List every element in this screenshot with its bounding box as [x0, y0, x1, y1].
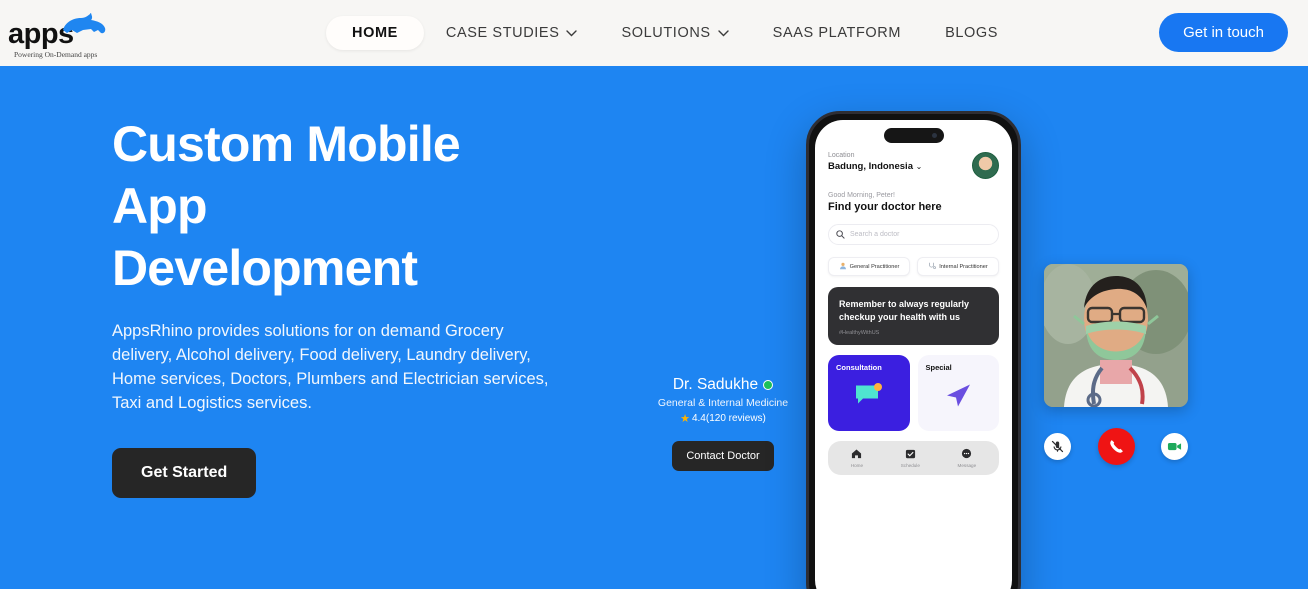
nav-item-label: CASE STUDIES	[445, 25, 560, 41]
doctor-icon	[839, 262, 847, 272]
hero-section: Custom Mobile App Development AppsRhino …	[0, 66, 1308, 589]
bottom-nav-home[interactable]: Home	[851, 448, 863, 468]
doctor-specialty: General & Internal Medicine	[657, 397, 789, 409]
app-bottom-nav: Home Schedule Message	[828, 441, 999, 475]
card-special[interactable]: Special	[917, 355, 999, 431]
nav-item-blogs[interactable]: BLOGS	[923, 16, 1020, 50]
app-content: Location Badung, Indonesia ⌄ Good Mornin…	[815, 120, 1012, 475]
nav-item-home[interactable]: HOME	[326, 16, 424, 50]
nav-item-solutions[interactable]: SOLUTIONS	[599, 16, 750, 50]
mic-muted-button[interactable]	[1044, 433, 1071, 460]
phone-icon	[1109, 440, 1123, 453]
site-logo[interactable]: apps Powering On-Demand apps	[6, 6, 126, 59]
app-location-row: Location Badung, Indonesia ⌄	[828, 152, 999, 179]
nav-item-case-studies[interactable]: CASE STUDIES	[424, 16, 600, 50]
logo-tagline: Powering On-Demand apps	[14, 50, 98, 59]
specialty-chips: General Practitioner Internal Practition…	[828, 257, 999, 276]
chip-internal-practitioner[interactable]: Internal Practitioner	[917, 257, 999, 276]
rhino-icon	[61, 11, 107, 42]
greeting-text: Good Morning, Peter!	[828, 192, 895, 199]
stethoscope-icon	[928, 262, 937, 272]
search-input[interactable]: Search a doctor	[828, 224, 999, 245]
card-consultation[interactable]: Consultation	[828, 355, 910, 431]
phone-screen: Location Badung, Indonesia ⌄ Good Mornin…	[815, 120, 1012, 589]
promo-text: Remember to always regularly checkup you…	[839, 299, 970, 322]
nav-item-label: SAAS PLATFORM	[772, 25, 902, 41]
message-dots-icon	[958, 448, 977, 462]
hero-title-line-3: Development	[112, 240, 418, 296]
find-doctor-title: Find your doctor here	[828, 201, 942, 213]
video-camera-icon	[1167, 442, 1182, 451]
nav-item-saas-platform[interactable]: SAAS PLATFORM	[751, 16, 923, 50]
bottom-nav-message[interactable]: Message	[957, 448, 977, 468]
phone-mockup: Location Badung, Indonesia ⌄ Good Mornin…	[806, 111, 1021, 589]
card-title: Special	[925, 363, 952, 372]
get-started-button[interactable]: Get Started	[112, 448, 257, 498]
calendar-check-icon	[901, 448, 920, 462]
search-icon	[836, 226, 845, 244]
bottom-nav-schedule[interactable]: Schedule	[901, 448, 920, 468]
app-location[interactable]: Location Badung, Indonesia ⌄	[828, 152, 922, 172]
doctor-video-photo	[1044, 264, 1188, 407]
doctor-name-row: Dr. Sadukhe	[655, 376, 791, 394]
doctor-name: Dr. Sadukhe	[672, 376, 759, 393]
search-placeholder: Search a doctor	[850, 231, 900, 238]
page-title: Custom Mobile App Development	[112, 113, 582, 299]
hero-copy: Custom Mobile App Development AppsRhino …	[112, 113, 582, 498]
location-label: Location	[828, 152, 855, 159]
end-call-button[interactable]	[1097, 428, 1135, 465]
chat-bubble-icon	[854, 382, 884, 413]
hero-subtitle: AppsRhino provides solutions for on dema…	[112, 322, 549, 412]
paper-plane-icon	[944, 382, 972, 413]
online-status-icon	[763, 380, 774, 390]
health-promo-banner: Remember to always regularly checkup you…	[828, 287, 999, 345]
avatar[interactable]	[972, 152, 999, 179]
page-root: apps Powering On-Demand apps HOME CASE S…	[0, 0, 1308, 589]
chip-label: General Practitioner	[849, 263, 900, 270]
doctor-info-card: Dr. Sadukhe General & Internal Medicine …	[655, 376, 791, 471]
nav-item-label: BLOGS	[945, 25, 999, 41]
microphone-muted-icon	[1051, 440, 1064, 453]
bottom-nav-label: Schedule	[900, 463, 920, 468]
card-title: Consultation	[836, 363, 882, 372]
nav-item-label: SOLUTIONS	[621, 25, 711, 41]
contact-doctor-button[interactable]: Contact Doctor	[672, 441, 774, 471]
get-in-touch-button[interactable]: Get in touch	[1159, 13, 1288, 52]
location-city: Badung, Indonesia	[828, 161, 913, 172]
location-value: Badung, Indonesia ⌄	[828, 161, 922, 172]
nav-item-label: HOME	[352, 25, 398, 41]
hero-title-line-1: Custom Mobile	[112, 116, 461, 172]
bottom-nav-label: Message	[957, 463, 977, 468]
main-navigation: HOME CASE STUDIES SOLUTIONS SAAS PLATFOR…	[326, 0, 1020, 66]
chip-general-practitioner[interactable]: General Practitioner	[828, 257, 910, 276]
phone-notch	[883, 128, 944, 143]
video-camera-button[interactable]	[1161, 433, 1188, 460]
doctor-rating: ★ 4.4(120 reviews)	[655, 412, 791, 425]
promo-hashtag: #HealthyWithUS	[839, 330, 880, 336]
chevron-down-icon: ⌄	[915, 162, 923, 171]
chevron-down-icon	[566, 29, 578, 40]
home-icon	[851, 448, 863, 462]
star-icon: ★	[680, 413, 690, 425]
doctor-rating-text: 4.4(120 reviews)	[691, 413, 766, 424]
site-header: apps Powering On-Demand apps HOME CASE S…	[0, 0, 1308, 66]
bottom-nav-label: Home	[850, 463, 864, 468]
call-controls	[1044, 428, 1188, 465]
chip-label: Internal Practitioner	[939, 263, 988, 270]
feature-cards: Consultation Special	[828, 355, 999, 431]
chevron-down-icon	[717, 29, 729, 40]
hero-title-line-2: App	[112, 178, 208, 234]
